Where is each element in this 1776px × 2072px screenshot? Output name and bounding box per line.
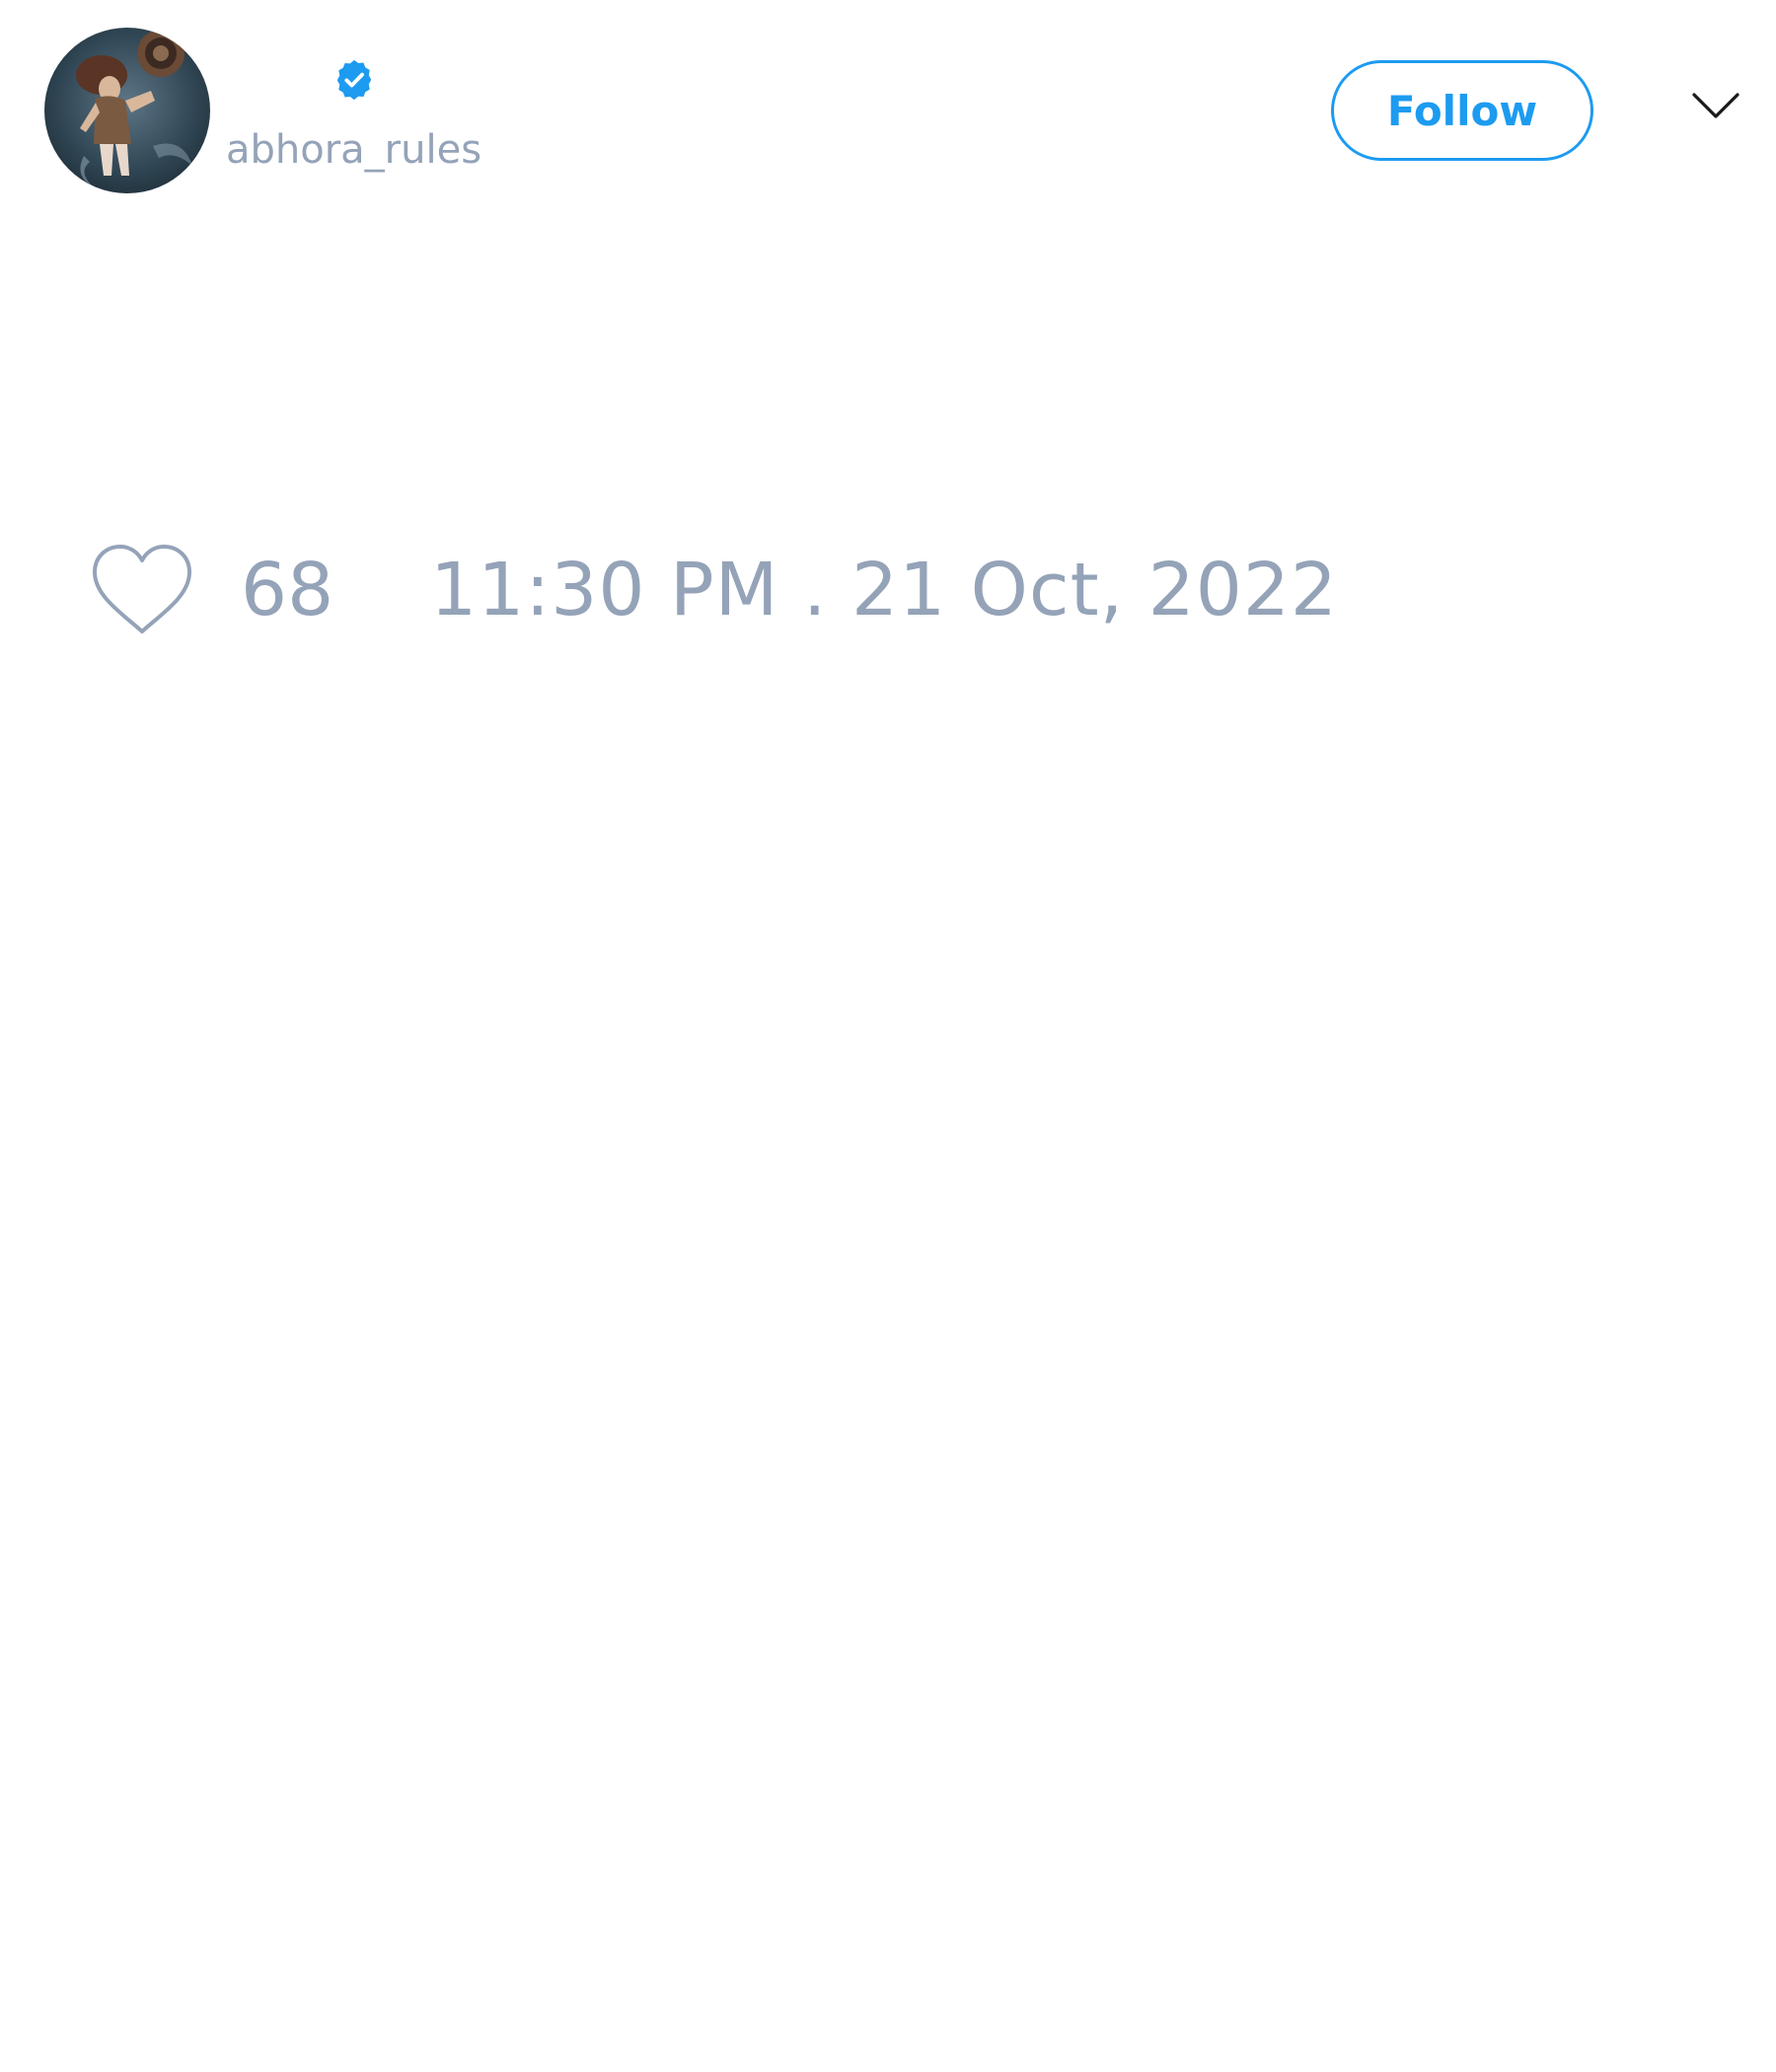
author-handle[interactable]: abhora_rules xyxy=(226,126,481,174)
follow-button[interactable]: Follow xyxy=(1331,60,1593,161)
avatar[interactable] xyxy=(44,28,210,193)
tweet-meta: 68 11:30 PM . 21 Oct, 2022 xyxy=(89,541,1338,639)
chevron-down-icon[interactable] xyxy=(1691,89,1740,124)
follow-button-label: Follow xyxy=(1386,86,1538,135)
profile-photo-icon xyxy=(44,28,210,193)
heart-outline-icon[interactable] xyxy=(89,543,195,637)
verified-badge-icon xyxy=(336,59,372,101)
tweet-timestamp[interactable]: 11:30 PM . 21 Oct, 2022 xyxy=(430,548,1338,632)
like-count: 68 xyxy=(241,548,334,632)
